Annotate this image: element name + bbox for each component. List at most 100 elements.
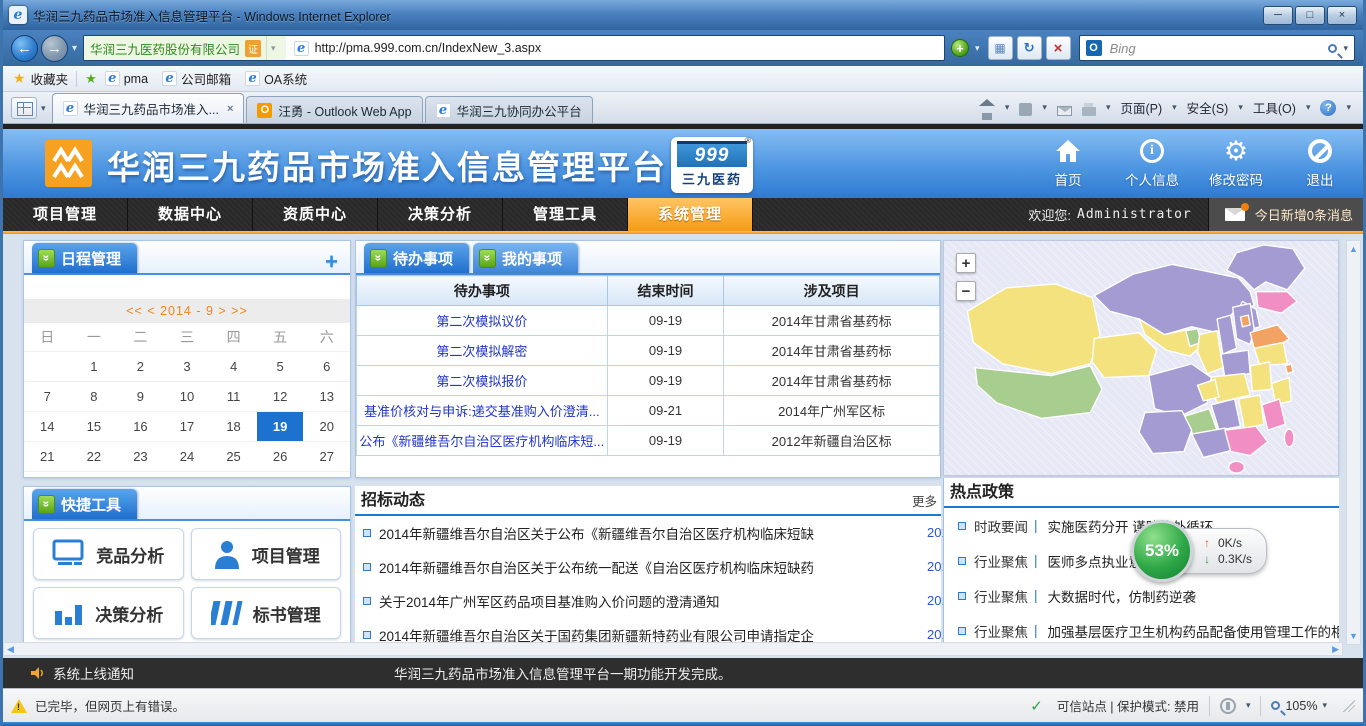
scroll-up-icon[interactable]: ▲ [1349, 241, 1358, 257]
scroll-right-icon[interactable]: ▶ [1332, 641, 1339, 658]
add-favorite-icon[interactable]: ★ [85, 71, 97, 87]
calendar-day[interactable]: 25 [210, 441, 257, 471]
search-icon[interactable] [1328, 44, 1337, 53]
zoom-control[interactable]: 105% ▾ [1271, 699, 1327, 713]
calendar-day[interactable] [210, 471, 257, 478]
tool-decision-analysis[interactable]: 决策分析 [33, 587, 184, 639]
calendar-day[interactable]: 3 [164, 351, 211, 381]
favorites-label[interactable]: 收藏夹 [31, 69, 69, 88]
calendar-day[interactable]: 17 [164, 411, 211, 441]
calendar-day[interactable]: 6 [303, 351, 350, 381]
home-dropdown-icon[interactable]: ▾ [1005, 102, 1010, 113]
todo-link[interactable]: 基准价核对与申诉:递交基准购入价澄清... [357, 396, 608, 426]
tab-list-dropdown-icon[interactable]: ▾ [41, 103, 46, 114]
calendar-day[interactable]: 8 [71, 381, 118, 411]
favorite-link-mail[interactable]: e 公司邮箱 [162, 69, 231, 88]
map-zoom-in-button[interactable]: + [956, 253, 976, 273]
calendar-day[interactable]: 23 [117, 441, 164, 471]
calendar-day[interactable]: 24 [164, 441, 211, 471]
rss-dropdown-icon[interactable]: ▾ [1042, 102, 1047, 113]
nav-project-management[interactable]: 项目管理 [3, 198, 128, 231]
favorite-link-oa[interactable]: e OA系统 [245, 69, 307, 88]
back-button[interactable]: ← [11, 35, 38, 62]
change-password-button[interactable]: ⚙ 修改密码 [1207, 137, 1265, 189]
trust-zone-label[interactable]: 可信站点 | 保护模式: 禁用 [1057, 696, 1199, 715]
tab-oa[interactable]: e 华润三九协同办公平台 [425, 96, 593, 123]
calendar-day[interactable]: 4 [210, 351, 257, 381]
calendar-day[interactable]: 5 [257, 351, 304, 381]
todo-link[interactable]: 第二次模拟解密 [357, 336, 608, 366]
resize-grip[interactable] [1343, 700, 1355, 712]
calendar-day[interactable]: 21 [24, 441, 71, 471]
calendar-day[interactable]: 2 [117, 351, 164, 381]
tab-close-icon[interactable]: × [227, 103, 233, 115]
calendar-day[interactable]: 30 [117, 471, 164, 478]
calendar-day[interactable]: 27 [303, 441, 350, 471]
news-item[interactable]: 2014年新疆维吾尔自治区关于公布统一配送《自治区医疗机构临床短缺药 2014-… [355, 550, 941, 584]
calendar-day[interactable] [164, 471, 211, 478]
news-item[interactable]: 2014年新疆维吾尔自治区关于公布《新疆维吾尔自治区医疗机构临床短缺 2014-… [355, 516, 941, 550]
logout-button[interactable]: 退出 [1291, 137, 1349, 189]
close-button[interactable]: × [1327, 6, 1357, 25]
quick-tools-tab[interactable]: » 快捷工具 [32, 489, 137, 519]
scroll-down-icon[interactable]: ▼ [1349, 628, 1358, 644]
site-safety-icon[interactable]: + [951, 39, 969, 57]
calendar-day[interactable]: 28 [24, 471, 71, 478]
history-dropdown-icon[interactable]: ▾ [72, 43, 77, 54]
help-icon[interactable]: ? [1320, 100, 1336, 116]
tool-project-management[interactable]: 项目管理 [191, 528, 342, 580]
search-box[interactable]: O ▾ [1079, 35, 1355, 61]
add-schedule-button[interactable]: + [325, 249, 338, 275]
zoom-dropdown-icon[interactable]: ▾ [1322, 700, 1327, 711]
todo-tab[interactable]: » 待办事项 [364, 243, 469, 273]
nav-management-tools[interactable]: 管理工具 [503, 198, 628, 231]
print-dropdown-icon[interactable]: ▾ [1106, 102, 1111, 113]
home-icon[interactable] [982, 106, 992, 120]
refresh-button[interactable]: ↻ [1017, 36, 1042, 60]
compatibility-view-button[interactable]: ▦ [988, 36, 1013, 60]
todo-link[interactable]: 第二次模拟议价 [357, 306, 608, 336]
vertical-scrollbar[interactable]: ▲ ▼ [1346, 240, 1361, 645]
forward-button[interactable]: → [41, 35, 68, 62]
scroll-left-icon[interactable]: ◀ [7, 641, 14, 658]
calendar-day[interactable]: 16 [117, 411, 164, 441]
calendar-day[interactable]: 11 [210, 381, 257, 411]
address-field[interactable]: 华润三九医药股份有限公司 证 ▾ e http://pma.999.com.cn… [83, 35, 945, 61]
search-dropdown-icon[interactable]: ▾ [1343, 43, 1348, 54]
more-link[interactable]: 更多 [912, 491, 937, 510]
warning-icon[interactable]: ! [11, 699, 27, 713]
tool-competitor-analysis[interactable]: 竞品分析 [33, 528, 184, 580]
help-dropdown-icon[interactable]: ▾ [1346, 102, 1351, 113]
calendar-day[interactable]: 20 [303, 411, 350, 441]
nav-decision-analysis[interactable]: 决策分析 [378, 198, 503, 231]
calendar-day[interactable]: 29 [71, 471, 118, 478]
home-nav-button[interactable]: 首页 [1039, 137, 1097, 189]
calendar-day[interactable] [303, 471, 350, 478]
print-icon[interactable] [1082, 107, 1096, 116]
schedule-tab[interactable]: » 日程管理 [32, 243, 137, 273]
calendar-day[interactable] [24, 351, 71, 381]
nav-qualification-center[interactable]: 资质中心 [253, 198, 378, 231]
tools-menu[interactable]: 工具(O) [1253, 98, 1296, 117]
read-mail-icon[interactable] [1057, 106, 1072, 116]
stop-button[interactable]: × [1046, 36, 1071, 60]
url-text[interactable]: http://pma.999.com.cn/IndexNew_3.aspx [315, 41, 542, 55]
calendar-day[interactable]: 10 [164, 381, 211, 411]
calendar-day[interactable]: 22 [71, 441, 118, 471]
calendar-day[interactable]: 7 [24, 381, 71, 411]
calendar-day[interactable]: 14 [24, 411, 71, 441]
minimize-button[interactable]: ─ [1263, 6, 1293, 25]
nav-data-center[interactable]: 数据中心 [128, 198, 253, 231]
profile-button[interactable]: i 个人信息 [1123, 137, 1181, 189]
zone-globe-icon[interactable] [1220, 698, 1236, 714]
tab-outlook[interactable]: O 汪勇 - Outlook Web App [246, 96, 422, 123]
zone-dropdown-icon[interactable]: ▾ [1246, 700, 1251, 711]
calendar-day[interactable]: 13 [303, 381, 350, 411]
calendar-day[interactable]: 15 [71, 411, 118, 441]
calendar-day[interactable]: 9 [117, 381, 164, 411]
safety-menu[interactable]: 安全(S) [1187, 98, 1229, 117]
tab-pma[interactable]: e 华润三九药品市场准入... × [52, 93, 245, 123]
maximize-button[interactable]: □ [1295, 6, 1325, 25]
calendar-day[interactable]: 12 [257, 381, 304, 411]
policy-item[interactable]: 行业聚焦 | 大数据时代，仿制药逆袭 [944, 578, 1339, 613]
